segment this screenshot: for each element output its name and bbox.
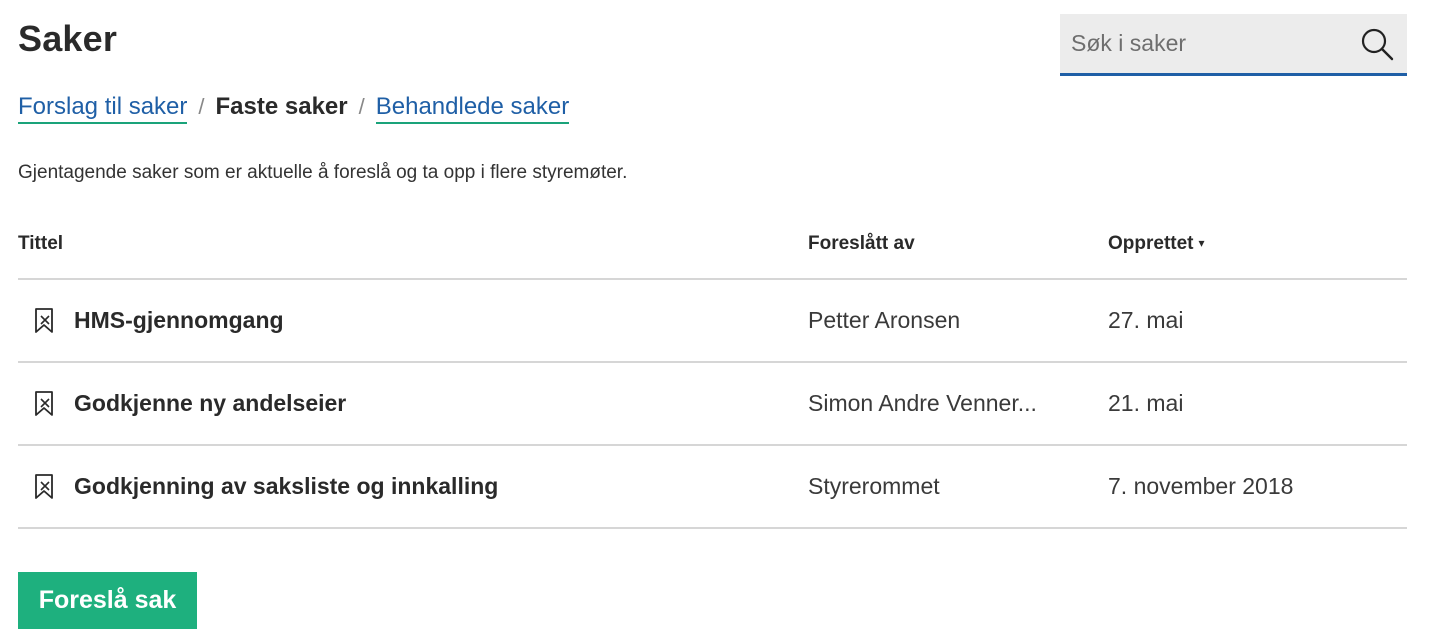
breadcrumb-separator: / <box>198 94 205 119</box>
search-icon[interactable] <box>1359 26 1395 62</box>
column-header-created-label: Opprettet <box>1108 233 1194 254</box>
bookmark-recurring-icon <box>35 474 53 499</box>
bookmark-recurring-icon <box>35 391 53 416</box>
table-row[interactable]: Godkjenning av saksliste og innkalling S… <box>18 446 1407 529</box>
row-title[interactable]: HMS-gjennomgang <box>74 307 284 334</box>
column-header-proposed-by: Foreslått av <box>808 233 915 254</box>
column-header-title: Tittel <box>18 233 64 254</box>
breadcrumb: Forslag til saker / Faste saker / Behand… <box>18 93 570 124</box>
breadcrumb-current-faste-saker: Faste saker <box>215 93 348 120</box>
sort-desc-icon: ▾ <box>1198 236 1205 250</box>
row-proposed-by: Petter Aronsen <box>808 307 961 333</box>
row-proposed-by: Simon Andre Venner... <box>808 390 1037 416</box>
table-row[interactable]: HMS-gjennomgang Petter Aronsen 27. mai <box>18 280 1407 363</box>
row-title[interactable]: Godkjenne ny andelseier <box>74 390 346 417</box>
search-box <box>1060 14 1407 76</box>
row-proposed-by: Styrerommet <box>808 473 940 499</box>
column-header-created[interactable]: Opprettet ▾ <box>1108 233 1205 255</box>
row-created: 7. november 2018 <box>1108 473 1294 499</box>
breadcrumb-link-forslag-til-saker[interactable]: Forslag til saker <box>18 93 188 124</box>
table-header: Tittel Foreslått av Opprettet ▾ <box>18 220 1407 280</box>
page-description: Gjentagende saker som er aktuelle å fore… <box>18 162 628 183</box>
breadcrumb-separator: / <box>358 94 365 119</box>
row-created: 21. mai <box>1108 390 1184 416</box>
row-created: 27. mai <box>1108 307 1184 333</box>
cases-table: Tittel Foreslått av Opprettet ▾ HMS-gjenn… <box>18 220 1407 529</box>
breadcrumb-link-behandlede-saker[interactable]: Behandlede saker <box>375 93 570 124</box>
propose-case-button[interactable]: Foreslå sak <box>18 572 197 629</box>
search-input[interactable] <box>1060 14 1350 73</box>
bookmark-recurring-icon <box>35 308 53 333</box>
table-row[interactable]: Godkjenne ny andelseier Simon Andre Venn… <box>18 363 1407 446</box>
row-title[interactable]: Godkjenning av saksliste og innkalling <box>74 473 498 500</box>
page-title: Saker <box>18 18 118 59</box>
